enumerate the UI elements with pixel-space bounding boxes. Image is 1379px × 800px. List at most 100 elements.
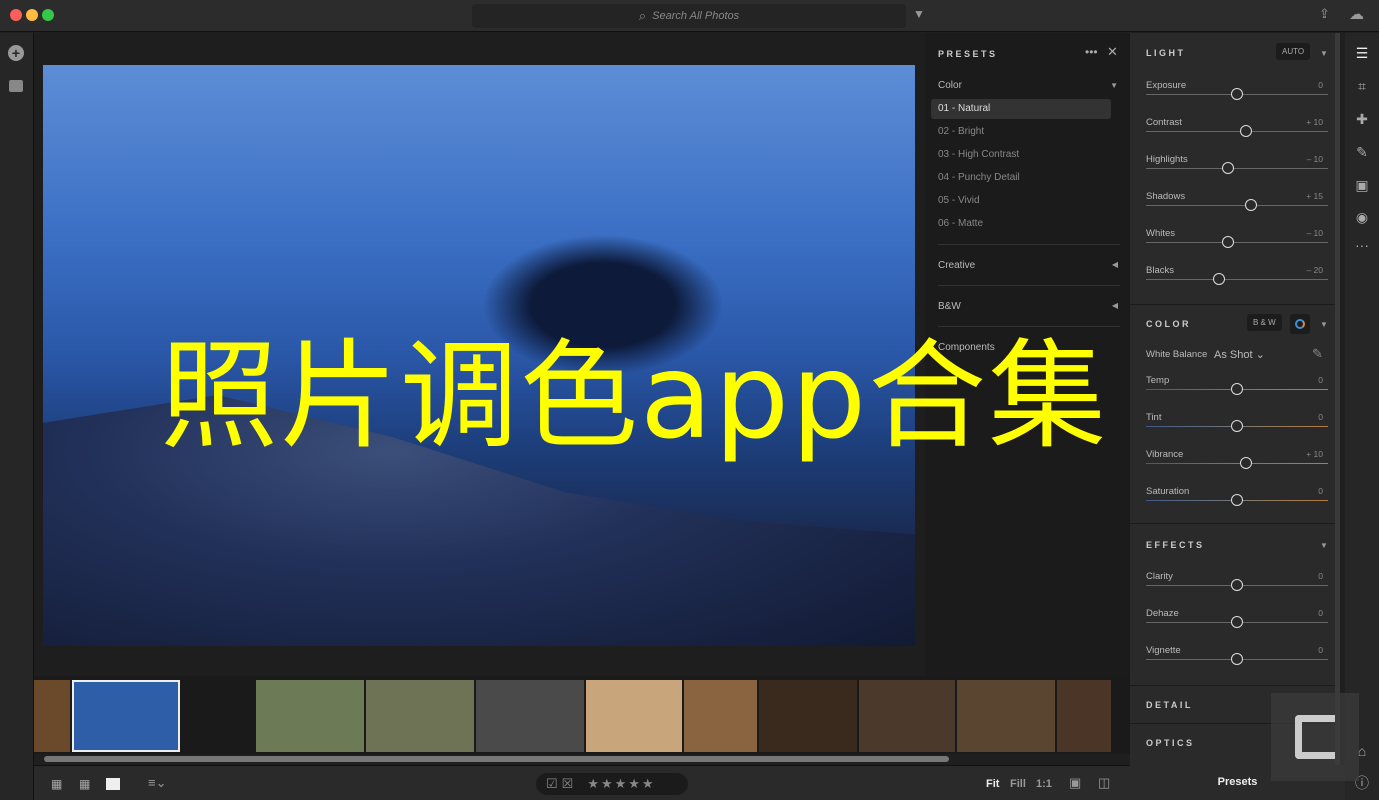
preset-group-color[interactable]: Color ▼: [938, 80, 1118, 91]
auto-button[interactable]: AUTO: [1276, 43, 1311, 60]
filmstrip-thumbnail[interactable]: [957, 680, 1055, 752]
slider-value[interactable]: 0: [1318, 608, 1323, 618]
brush-icon[interactable]: ✎: [1354, 144, 1370, 160]
slider-value[interactable]: 0: [1318, 571, 1323, 581]
sort-icon[interactable]: ≡⌄: [148, 775, 166, 791]
filmstrip-thumbnail[interactable]: [72, 680, 180, 752]
pick-flag-icon[interactable]: ☑: [546, 776, 558, 792]
slider-track[interactable]: [1146, 168, 1328, 169]
eyedropper-icon[interactable]: ✎: [1312, 346, 1323, 362]
slider-value[interactable]: 0: [1318, 80, 1323, 90]
slider-knob[interactable]: [1231, 616, 1243, 628]
preset-item[interactable]: 05 - Vivid: [931, 191, 1111, 211]
search-icon: ⌕: [638, 8, 647, 23]
slider-knob[interactable]: [1231, 88, 1243, 100]
slider-track[interactable]: [1146, 279, 1328, 280]
slider-value[interactable]: 0: [1318, 412, 1323, 422]
slider-value[interactable]: – 20: [1306, 265, 1323, 275]
filmstrip-thumbnail[interactable]: [759, 680, 857, 752]
slider-knob[interactable]: [1221, 236, 1234, 248]
slider-knob[interactable]: [1244, 199, 1257, 211]
radial-gradient-icon[interactable]: ◉: [1354, 209, 1370, 225]
compare-icon[interactable]: ◫: [1098, 775, 1110, 791]
slider-value[interactable]: + 10: [1306, 449, 1323, 459]
optics-section-title[interactable]: OPTICS: [1146, 738, 1195, 748]
slider-knob[interactable]: [1231, 653, 1243, 665]
slider-value[interactable]: – 10: [1306, 154, 1323, 164]
bw-button[interactable]: B & W: [1247, 314, 1282, 331]
detail-section-title[interactable]: DETAIL: [1146, 700, 1193, 710]
filmstrip-scrollbar[interactable]: [44, 756, 949, 762]
chevron-down-icon[interactable]: ▼: [1320, 49, 1328, 58]
preset-item[interactable]: 06 - Matte: [931, 214, 1111, 234]
slider-value[interactable]: 0: [1318, 645, 1323, 655]
slider-value[interactable]: – 10: [1306, 228, 1323, 238]
slider-track[interactable]: [1146, 242, 1328, 243]
overlay-caption: 照片调色app合集: [160, 327, 1109, 465]
filmstrip-thumbnail[interactable]: [586, 680, 682, 752]
cloud-icon[interactable]: ☁: [1349, 5, 1364, 23]
slider-knob[interactable]: [1231, 494, 1243, 506]
close-icon[interactable]: ✕: [1107, 44, 1118, 60]
filmstrip-thumbnail[interactable]: [34, 680, 70, 752]
detail-view-icon[interactable]: [106, 778, 120, 790]
filmstrip-thumbnail[interactable]: [366, 680, 474, 752]
chevron-down-icon[interactable]: ▼: [1320, 541, 1328, 550]
square-grid-icon[interactable]: ▦: [51, 777, 62, 791]
preset-item[interactable]: 01 - Natural: [931, 99, 1111, 119]
slider-knob[interactable]: [1240, 125, 1253, 137]
show-info-icon[interactable]: ▣: [1069, 775, 1081, 791]
filter-icon[interactable]: ▼: [913, 7, 925, 21]
photo-grid-icon[interactable]: ▦: [79, 777, 90, 791]
slider-label-clarity: Clarity: [1146, 571, 1173, 582]
slider-track[interactable]: [1146, 463, 1328, 464]
slider-knob[interactable]: [1231, 420, 1243, 432]
preset-group-creative[interactable]: Creative ◀: [938, 260, 1118, 271]
filmstrip-thumbnail[interactable]: [684, 680, 757, 752]
slider-knob[interactable]: [1240, 457, 1253, 469]
white-balance-select[interactable]: As Shot ⌄: [1214, 348, 1265, 361]
slider-knob[interactable]: [1221, 162, 1234, 174]
zoom-window-button[interactable]: [42, 9, 54, 21]
search-input[interactable]: ⌕ Search All Photos: [472, 4, 906, 28]
color-section-title: COLOR: [1146, 319, 1191, 329]
slider-label-whites: Whites: [1146, 228, 1176, 239]
chevron-down-icon[interactable]: ▼: [1320, 320, 1328, 329]
slider-value[interactable]: 0: [1318, 486, 1323, 496]
slider-value[interactable]: 0: [1318, 375, 1323, 385]
star-rating[interactable]: ★★★★★: [587, 776, 655, 792]
add-photos-icon[interactable]: +: [8, 45, 24, 61]
slider-value[interactable]: + 15: [1306, 191, 1323, 201]
slider-knob[interactable]: [1231, 383, 1243, 395]
slider-knob[interactable]: [1212, 273, 1225, 285]
more-icon[interactable]: •••: [1085, 45, 1098, 59]
minimize-window-button[interactable]: [26, 9, 38, 21]
more-icon[interactable]: ···: [1354, 237, 1370, 253]
zoom-fill-button[interactable]: Fill: [1010, 778, 1026, 790]
close-window-button[interactable]: [10, 9, 22, 21]
filmstrip-thumbnail[interactable]: [256, 680, 364, 752]
reject-flag-icon[interactable]: ☒: [562, 776, 574, 792]
preset-item[interactable]: 02 - Bright: [931, 122, 1111, 142]
filmstrip-thumbnail[interactable]: [859, 680, 955, 752]
zoom-fit-button[interactable]: Fit: [986, 778, 999, 790]
slider-knob[interactable]: [1231, 579, 1243, 591]
engadget-watermark-logo: [1271, 693, 1359, 781]
filmstrip-thumbnail[interactable]: [476, 680, 584, 752]
crop-icon[interactable]: ⌗: [1354, 78, 1370, 94]
zoom-1to1-button[interactable]: 1:1: [1036, 778, 1052, 790]
preset-item[interactable]: 04 - Punchy Detail: [931, 168, 1111, 188]
linear-gradient-icon[interactable]: ▣: [1354, 177, 1370, 193]
preset-item[interactable]: 03 - High Contrast: [931, 145, 1111, 165]
filmstrip: [34, 676, 1130, 754]
edit-sliders-icon[interactable]: ☰: [1354, 45, 1370, 61]
filmstrip-thumbnail[interactable]: [182, 680, 254, 752]
filmstrip-thumbnail[interactable]: [1057, 680, 1111, 752]
library-icon[interactable]: [9, 80, 23, 92]
slider-track[interactable]: [1146, 205, 1328, 206]
slider-value[interactable]: + 10: [1306, 117, 1323, 127]
color-mixer-button[interactable]: [1290, 314, 1310, 334]
share-icon[interactable]: ⇪: [1319, 6, 1330, 22]
slider-track[interactable]: [1146, 131, 1328, 132]
healing-icon[interactable]: ✚: [1354, 111, 1370, 127]
